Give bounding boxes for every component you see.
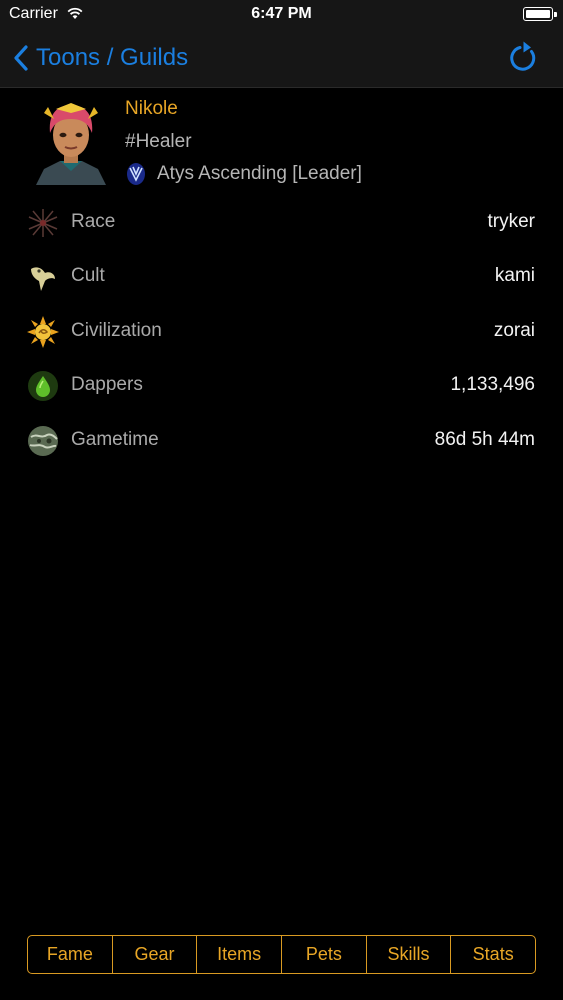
- battery-tip: [554, 12, 557, 17]
- screen: Carrier 6:47 PM Toons / Guilds Nikole #H…: [0, 0, 563, 1000]
- attribute-label: Cult: [71, 265, 105, 287]
- attribute-row-race[interactable]: Race tryker: [0, 196, 563, 250]
- chevron-left-icon: [14, 45, 28, 71]
- attribute-value: zorai: [493, 319, 535, 341]
- tab-skills[interactable]: Skills: [367, 936, 452, 973]
- tab-items[interactable]: Items: [197, 936, 283, 973]
- attribute-row-cult[interactable]: Cult kami: [0, 250, 563, 304]
- civilization-icon: [27, 315, 59, 348]
- guild-row[interactable]: Atys Ascending [Leader]: [125, 162, 362, 186]
- section-tabs: Fame Gear Items Pets Skills Stats: [27, 935, 536, 974]
- refresh-icon[interactable]: [507, 40, 539, 74]
- attribute-label: Gametime: [71, 428, 159, 450]
- toon-profile: Nikole #Healer Atys Ascending [Leader]: [30, 95, 540, 190]
- attribute-row-dappers[interactable]: Dappers 1,133,496: [0, 359, 563, 413]
- back-button-label: Toons / Guilds: [36, 44, 189, 71]
- navigation-bar: Toons / Guilds: [0, 30, 563, 88]
- battery-icon: [523, 7, 553, 21]
- attribute-row-gametime[interactable]: Gametime 86d 5h 44m: [0, 414, 563, 468]
- attribute-row-civilization[interactable]: Civilization zorai: [0, 305, 563, 359]
- toon-name: Nikole: [125, 98, 178, 119]
- tab-gear[interactable]: Gear: [113, 936, 198, 973]
- status-bar: Carrier 6:47 PM: [0, 0, 563, 30]
- tab-pets[interactable]: Pets: [282, 936, 367, 973]
- back-button[interactable]: Toons / Guilds: [14, 42, 188, 74]
- toon-class: #Healer: [125, 131, 192, 152]
- attribute-value: 86d 5h 44m: [434, 428, 535, 450]
- attribute-label: Race: [71, 211, 116, 232]
- dappers-icon: [28, 371, 58, 402]
- tab-stats[interactable]: Stats: [451, 936, 535, 973]
- attribute-label: Civilization: [71, 319, 162, 341]
- tab-fame[interactable]: Fame: [28, 936, 113, 973]
- attribute-value: tryker: [487, 211, 536, 232]
- attribute-value: kami: [494, 265, 535, 287]
- attribute-value: 1,133,496: [450, 374, 535, 396]
- attribute-label: Dappers: [71, 374, 143, 396]
- race-icon: [28, 209, 58, 237]
- guild-name: Atys Ascending [Leader]: [157, 163, 362, 184]
- gametime-icon: [28, 425, 58, 456]
- clock-time: 6:47 PM: [251, 5, 312, 22]
- guild-emblem-icon: [127, 163, 145, 185]
- cult-icon: [31, 267, 55, 292]
- toon-avatar: [36, 103, 106, 185]
- attribute-list: Race tryker Cult kami Civilization zorai…: [0, 196, 563, 468]
